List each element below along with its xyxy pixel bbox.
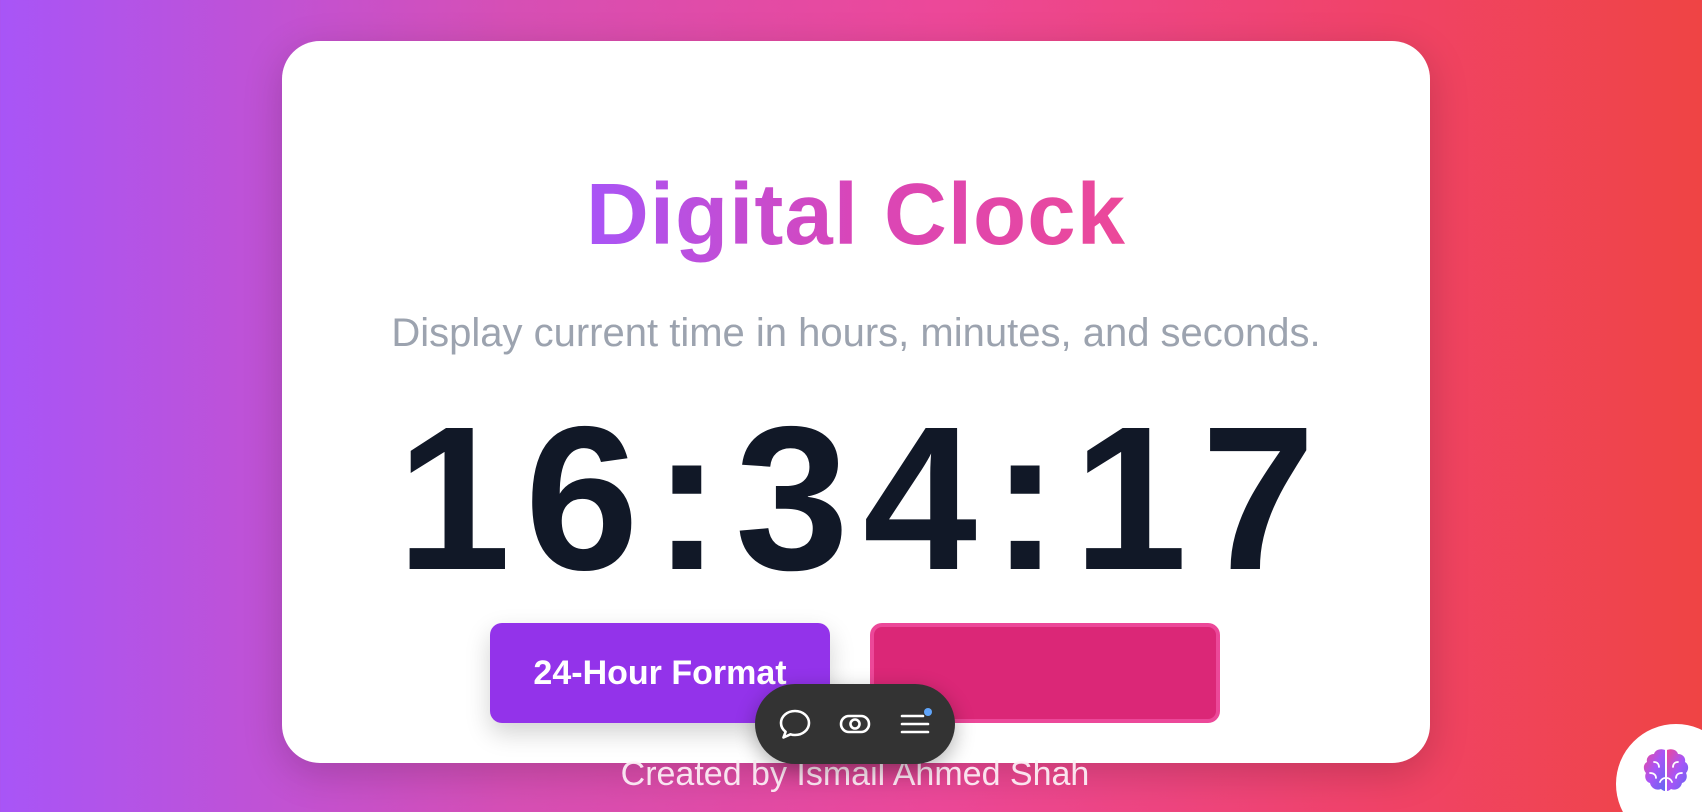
floating-toolbar [755, 684, 955, 764]
clock-card: Digital Clock Display current time in ho… [282, 41, 1430, 763]
brain-icon [1643, 749, 1689, 791]
chat-bubble-icon[interactable] [777, 706, 813, 742]
menu-icon[interactable] [897, 706, 933, 742]
page-title-text: Digital Clock [586, 166, 1126, 263]
assistant-widget[interactable] [1616, 724, 1702, 812]
notification-dot [924, 708, 932, 716]
page-title: Digital Clock [282, 165, 1430, 265]
eye-toggle-icon[interactable] [837, 706, 873, 742]
page-subtitle: Display current time in hours, minutes, … [391, 311, 1321, 355]
time-display: 16:34:17 [396, 384, 1330, 613]
